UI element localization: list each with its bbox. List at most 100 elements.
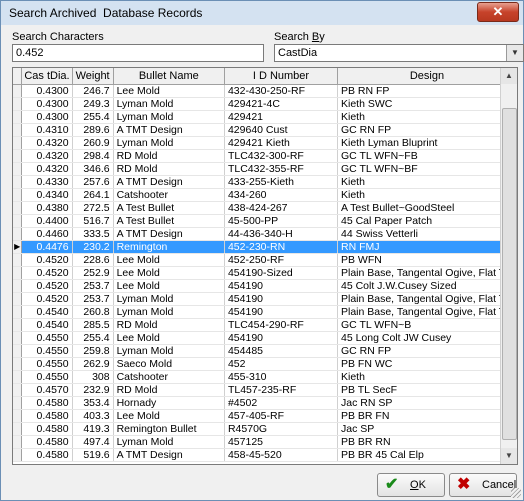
table-row[interactable]: 0.4300 249.3 Lyman Mold 429421-4C Kieth SWC	[13, 97, 517, 111]
table-row[interactable]: 0.4580 519.6 A TMT Design 458-45-520 PB BR 4…	[13, 448, 517, 462]
table-row[interactable]: 0.4320 298.4 RD Mold TLC432-300-RF GC TL WFN…	[13, 149, 517, 163]
cell-weight: 264.1	[72, 188, 114, 202]
title-bar[interactable]: Search Archived Database Records ✕	[1, 1, 523, 25]
cell-design: Plain Base, Tangental Ogive, Flat Tip	[337, 305, 517, 319]
cell-weight: 346.6	[72, 162, 114, 176]
cell-weight: 228.6	[72, 253, 114, 267]
row-indicator[interactable]	[13, 292, 23, 306]
cell-bullet-name: Saeco Mold	[113, 357, 225, 371]
row-indicator[interactable]	[13, 136, 23, 150]
row-indicator[interactable]	[13, 318, 23, 332]
records-table: Cas tDia. Weight Bullet Name I D Number …	[13, 68, 517, 462]
cell-castdia: 0.4550	[21, 357, 73, 371]
scrollbar-thumb[interactable]	[502, 108, 517, 440]
table-row[interactable]: ▶ 0.4476 230.2 Remington 452-230-RN RN FMJ	[13, 240, 517, 254]
cancel-button[interactable]: ✖ Cancel	[449, 473, 517, 497]
cell-bullet-name: A TMT Design	[113, 448, 225, 462]
table-row[interactable]: 0.4460 333.5 A TMT Design 44-436-340-H 44 Sw…	[13, 227, 517, 241]
row-indicator[interactable]	[13, 97, 23, 111]
table-row[interactable]: 0.4580 353.4 Hornady #4502 Jac RN SP	[13, 396, 517, 410]
chevron-down-icon[interactable]: ▼	[506, 45, 523, 61]
cell-id-number: 429640 Cust	[224, 123, 338, 137]
table-row[interactable]: 0.4320 346.6 RD Mold TLC432-355-RF GC TL WFN…	[13, 162, 517, 176]
cell-design: Plain Base, Tangental Ogive, Flat Tip	[337, 266, 517, 280]
cell-design: A Test Bullet~GoodSteel	[337, 201, 517, 215]
column-header-bullet-name[interactable]: Bullet Name	[113, 68, 225, 85]
cell-id-number: TLC432-355-RF	[224, 162, 338, 176]
row-indicator[interactable]	[13, 214, 23, 228]
table-row[interactable]: 0.4580 403.3 Lee Mold 457-405-RF PB BR FN	[13, 409, 517, 423]
close-button[interactable]: ✕	[477, 2, 519, 22]
column-header-design[interactable]: Design	[337, 68, 517, 85]
table-row[interactable]: 0.4520 228.6 Lee Mold 452-250-RF PB WFN	[13, 253, 517, 267]
table-row[interactable]: 0.4550 255.4 Lee Mold 454190 45 Long Colt JW…	[13, 331, 517, 345]
cell-castdia: 0.4300	[21, 84, 73, 98]
row-indicator[interactable]	[13, 149, 23, 163]
table-row[interactable]: 0.4400 516.7 A Test Bullet 45-500-PP 45 Cal …	[13, 214, 517, 228]
cell-castdia: 0.4476	[21, 240, 73, 254]
cell-bullet-name: RD Mold	[113, 162, 225, 176]
table-row[interactable]: 0.4550 259.8 Lyman Mold 454485 GC RN FP	[13, 344, 517, 358]
table-row[interactable]: 0.4310 289.6 A TMT Design 429640 Cust GC RN …	[13, 123, 517, 137]
row-indicator[interactable]	[13, 266, 23, 280]
table-row[interactable]: 0.4320 260.9 Lyman Mold 429421 Kieth Kieth L…	[13, 136, 517, 150]
cell-castdia: 0.4550	[21, 344, 73, 358]
cell-id-number: 434-260	[224, 188, 338, 202]
table-row[interactable]: 0.4580 497.4 Lyman Mold 457125 PB BR RN	[13, 435, 517, 449]
table-row[interactable]: 0.4380 272.5 A Test Bullet 438-424-267 A Tes…	[13, 201, 517, 215]
table-row[interactable]: 0.4520 252.9 Lee Mold 454190-Sized Plain Bas…	[13, 266, 517, 280]
row-indicator[interactable]	[13, 422, 23, 436]
row-indicator[interactable]	[13, 84, 23, 98]
table-row[interactable]: 0.4300 246.7 Lee Mold 432-430-250-RF PB RN F…	[13, 84, 517, 98]
cell-id-number: TLC454-290-RF	[224, 318, 338, 332]
vertical-scrollbar[interactable]: ▲ ▼	[500, 68, 517, 464]
row-indicator[interactable]	[13, 396, 23, 410]
row-indicator[interactable]	[13, 110, 23, 124]
row-indicator[interactable]	[13, 370, 23, 384]
table-row[interactable]: 0.4330 257.6 A TMT Design 433-255-Kieth Kiet…	[13, 175, 517, 189]
row-indicator[interactable]	[13, 448, 23, 462]
cell-id-number: 454190	[224, 305, 338, 319]
cell-castdia: 0.4320	[21, 162, 73, 176]
table-row[interactable]: 0.4520 253.7 Lee Mold 454190 45 Colt J.W.Cus…	[13, 279, 517, 293]
table-row[interactable]: 0.4570 232.9 RD Mold TL457-235-RF PB TL SecF	[13, 383, 517, 397]
search-by-label-suffix: y	[319, 31, 325, 43]
table-row[interactable]: 0.4550 262.9 Saeco Mold 452 PB FN WC	[13, 357, 517, 371]
row-indicator[interactable]	[13, 123, 23, 137]
ok-button[interactable]: ✔ OK	[377, 473, 445, 497]
table-row[interactable]: 0.4300 255.4 Lyman Mold 429421 Kieth	[13, 110, 517, 124]
table-row[interactable]: 0.4550 308 Catshooter 455-310 Kieth	[13, 370, 517, 384]
row-indicator[interactable]	[13, 162, 23, 176]
row-indicator[interactable]	[13, 279, 23, 293]
column-header-id-number[interactable]: I D Number	[224, 68, 338, 85]
table-row[interactable]: 0.4580 419.3 Remington Bullet R4570G Jac SP	[13, 422, 517, 436]
row-indicator[interactable]	[13, 409, 23, 423]
scroll-down-icon[interactable]: ▼	[501, 448, 517, 464]
row-indicator[interactable]	[13, 175, 23, 189]
row-indicator[interactable]	[13, 188, 23, 202]
search-by-select[interactable]: CastDia ▼	[274, 44, 524, 62]
row-indicator[interactable]	[13, 344, 23, 358]
row-indicator[interactable]	[13, 253, 23, 267]
table-row[interactable]: 0.4540 260.8 Lyman Mold 454190 Plain Base, T…	[13, 305, 517, 319]
row-indicator[interactable]	[13, 201, 23, 215]
table-row[interactable]: 0.4540 285.5 RD Mold TLC454-290-RF GC TL WFN…	[13, 318, 517, 332]
table-row[interactable]: 0.4520 253.7 Lyman Mold 454190 Plain Base, T…	[13, 292, 517, 306]
cell-design: PB BR 45 Cal Elp	[337, 448, 517, 462]
cell-design: PB BR FN	[337, 409, 517, 423]
column-header-castdia[interactable]: Cas tDia.	[21, 68, 73, 85]
row-indicator[interactable]	[13, 383, 23, 397]
row-indicator[interactable]	[13, 227, 23, 241]
row-indicator[interactable]	[13, 357, 23, 371]
records-grid[interactable]: Cas tDia. Weight Bullet Name I D Number …	[12, 67, 518, 465]
resize-grip-icon[interactable]	[511, 488, 521, 498]
scroll-up-icon[interactable]: ▲	[501, 68, 517, 84]
search-input[interactable]: 0.452	[12, 44, 264, 62]
cell-bullet-name: Catshooter	[113, 188, 225, 202]
current-row-arrow-icon[interactable]: ▶	[13, 240, 23, 254]
row-indicator[interactable]	[13, 305, 23, 319]
row-indicator[interactable]	[13, 331, 23, 345]
row-indicator[interactable]	[13, 435, 23, 449]
table-row[interactable]: 0.4340 264.1 Catshooter 434-260 Kieth	[13, 188, 517, 202]
column-header-weight[interactable]: Weight	[72, 68, 114, 85]
